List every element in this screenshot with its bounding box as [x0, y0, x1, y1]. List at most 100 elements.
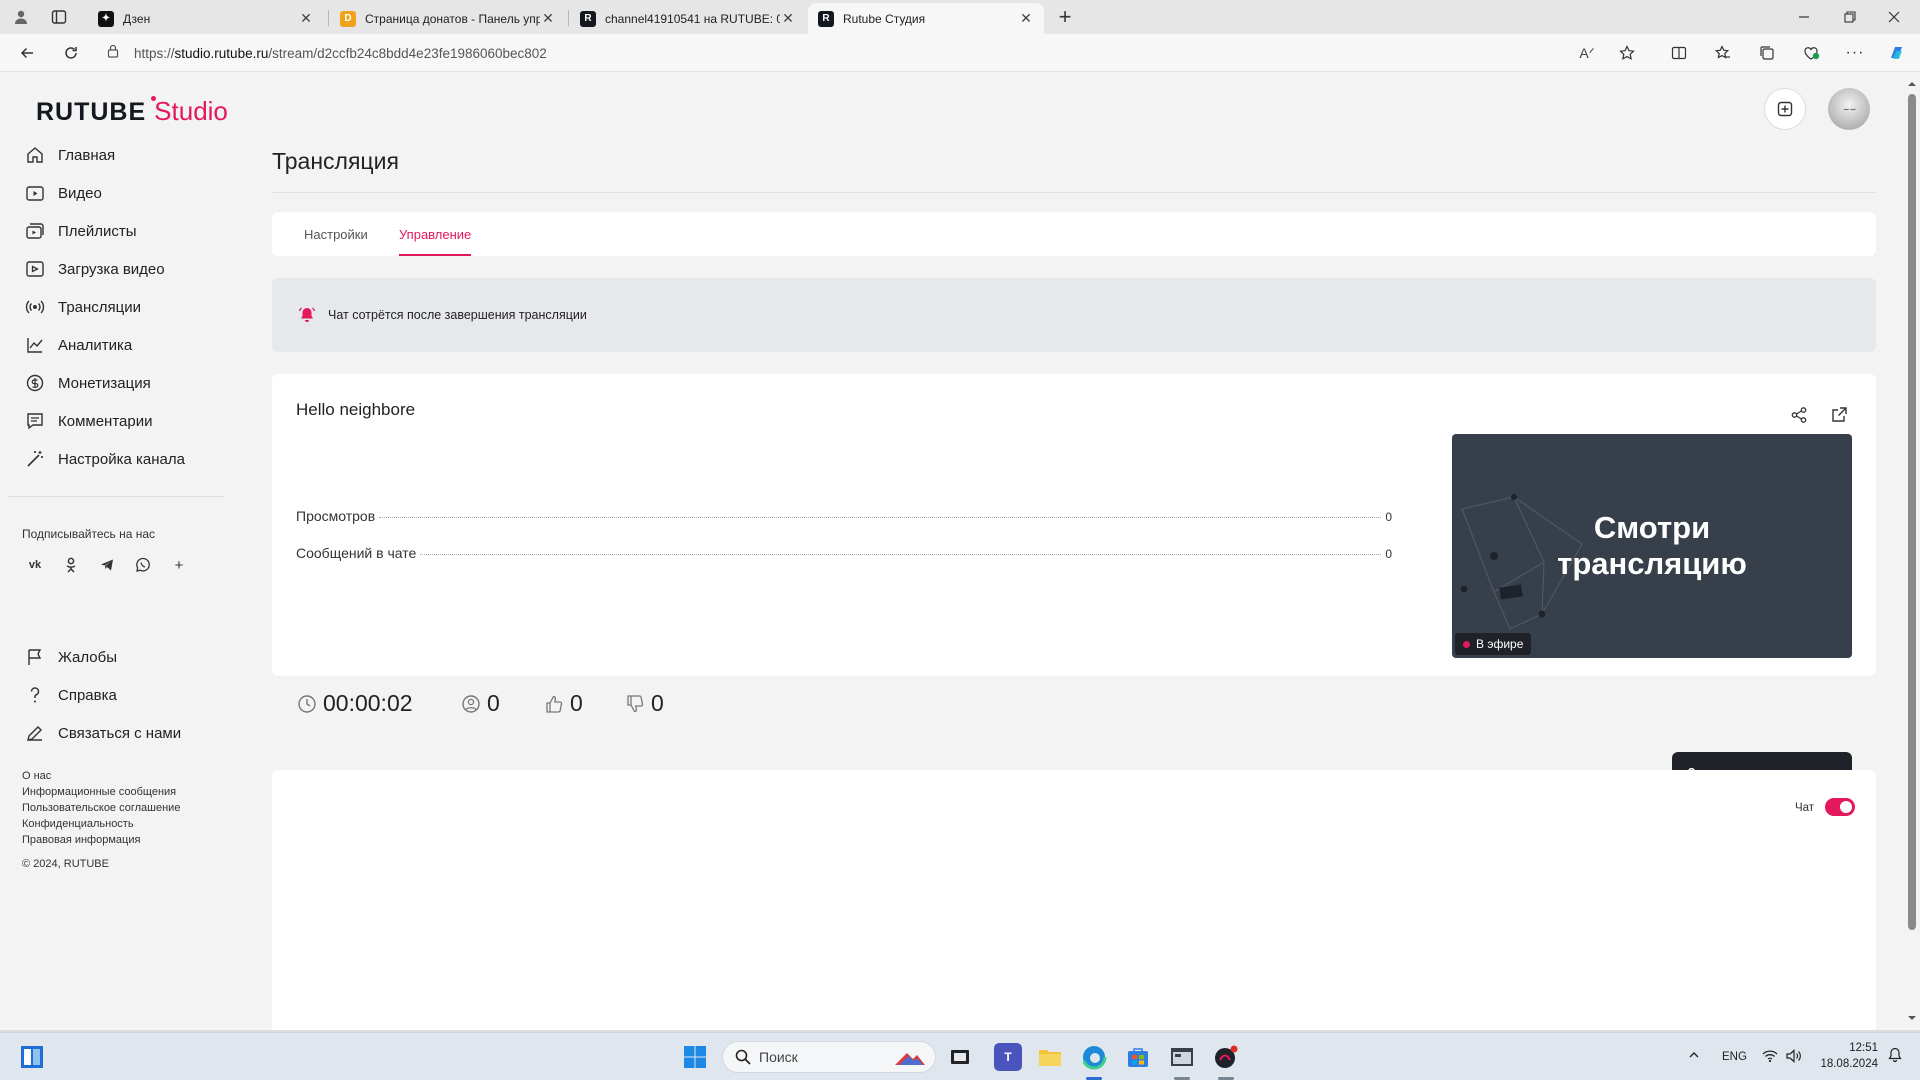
- sidebar-item-playlists[interactable]: Плейлисты: [24, 219, 137, 243]
- viber-icon[interactable]: [132, 554, 154, 576]
- likes-metric: 0: [543, 690, 583, 717]
- close-window-button[interactable]: [1872, 4, 1916, 30]
- browser-tab-channel[interactable]: R channel41910541 на RUTUBE: 0 ✕: [570, 3, 806, 34]
- game-app-icon[interactable]: [1212, 1043, 1240, 1071]
- close-tab-icon[interactable]: ✕: [298, 10, 314, 27]
- odnoklassniki-icon[interactable]: [60, 554, 82, 576]
- active-tab-indicator: [399, 254, 471, 256]
- restore-button[interactable]: [1828, 4, 1872, 30]
- new-tab-button[interactable]: +: [1052, 4, 1078, 29]
- title-divider: [272, 192, 1876, 193]
- footer-link-terms[interactable]: Пользовательское соглашение: [22, 800, 180, 816]
- back-arrow-icon[interactable]: [14, 41, 40, 65]
- sidebar-item-contact[interactable]: Связаться с нами: [24, 721, 181, 745]
- widgets-icon[interactable]: [18, 1043, 46, 1071]
- copilot-icon[interactable]: [1884, 41, 1910, 65]
- tab-management[interactable]: Управление: [399, 227, 471, 242]
- sidebar-item-label: Связаться с нами: [58, 724, 182, 742]
- sidebar-item-upload-video[interactable]: Загрузка видео: [24, 257, 165, 281]
- profile-icon[interactable]: [10, 6, 32, 28]
- sidebar-item-label: Жалобы: [58, 648, 117, 666]
- sidebar-item-label: Загрузка видео: [58, 260, 165, 278]
- browser-essentials-icon[interactable]: [1798, 41, 1824, 65]
- share-icon[interactable]: [1788, 404, 1810, 426]
- favorites-icon[interactable]: [1710, 41, 1736, 65]
- collections-icon[interactable]: [1754, 41, 1780, 65]
- taskbar-clock[interactable]: 12:51 18.08.2024: [1818, 1040, 1878, 1072]
- notifications-bell-icon[interactable]: [1888, 1047, 1902, 1066]
- footer-link-legal[interactable]: Правовая информация: [22, 832, 180, 848]
- open-external-icon[interactable]: [1828, 404, 1850, 426]
- sidebar-divider: [8, 496, 224, 497]
- file-explorer-icon[interactable]: [1036, 1043, 1064, 1071]
- sidebar-item-complaints[interactable]: Жалобы: [24, 645, 117, 669]
- sidebar-item-monetization[interactable]: Монетизация: [24, 371, 151, 395]
- avatar[interactable]: ∼∽: [1828, 88, 1870, 130]
- sidebar-item-label: Комментарии: [58, 412, 153, 430]
- refresh-icon[interactable]: [58, 41, 84, 65]
- browser-tab-donations[interactable]: D Страница донатов - Панель упр ✕: [330, 3, 566, 34]
- close-tab-icon[interactable]: ✕: [1018, 10, 1034, 27]
- page-title: Трансляция: [272, 148, 399, 174]
- video-icon: [24, 182, 46, 204]
- rutube-studio-logo[interactable]: RUTUBE Studio: [36, 96, 228, 127]
- stream-preview[interactable]: Смотри трансляцию В эфире: [1452, 434, 1852, 658]
- page-scrollbar[interactable]: [1904, 72, 1920, 1030]
- tab-settings[interactable]: Настройки: [304, 227, 368, 242]
- wifi-icon[interactable]: [1762, 1049, 1778, 1066]
- stat-views: Просмотров 0: [296, 508, 1392, 526]
- teams-icon[interactable]: T: [994, 1043, 1022, 1071]
- tray-overflow-chevron-icon[interactable]: [1688, 1049, 1700, 1064]
- lock-icon[interactable]: [106, 44, 120, 63]
- home-icon: [24, 144, 46, 166]
- sidebar-item-help[interactable]: Справка: [24, 683, 117, 707]
- edge-browser-icon[interactable]: [1080, 1043, 1108, 1071]
- live-dot-icon: [1463, 640, 1470, 648]
- browser-tab-dzen[interactable]: ✦ Дзен ✕: [88, 3, 324, 34]
- upload-button[interactable]: [1764, 88, 1806, 130]
- chat-toggle[interactable]: [1825, 798, 1855, 816]
- close-tab-icon[interactable]: ✕: [780, 10, 796, 27]
- sidebar-item-label: Трансляции: [58, 298, 142, 316]
- footer-link-about[interactable]: О нас: [22, 768, 180, 784]
- tab-actions-icon[interactable]: [48, 6, 70, 28]
- scrollbar-thumb[interactable]: [1908, 94, 1916, 930]
- windows-start-icon[interactable]: [681, 1043, 709, 1071]
- sidebar-item-video[interactable]: Видео: [24, 181, 102, 205]
- sidebar-item-broadcasts[interactable]: Трансляции: [24, 295, 141, 319]
- live-badge: В эфире: [1455, 633, 1532, 655]
- duration-metric: 00:00:02: [296, 690, 413, 717]
- split-screen-icon[interactable]: [1666, 41, 1692, 65]
- taskbar-search[interactable]: Поиск: [722, 1041, 936, 1073]
- dislikes-value: 0: [651, 690, 664, 716]
- footer-link-info[interactable]: Информационные сообщения: [22, 784, 180, 800]
- favorite-star-icon[interactable]: [1614, 41, 1640, 65]
- sidebar-item-channel-settings[interactable]: Настройка канала: [24, 447, 185, 471]
- close-tab-icon[interactable]: ✕: [540, 10, 556, 27]
- more-menu-icon[interactable]: ···: [1842, 41, 1868, 65]
- clock-icon: [296, 693, 318, 715]
- terminal-app-icon[interactable]: [1168, 1043, 1196, 1071]
- sidebar-item-home[interactable]: Главная: [24, 143, 115, 167]
- url-text[interactable]: https://studio.rutube.ru/stream/d2ccfb24…: [134, 46, 547, 61]
- copyright: © 2024, RUTUBE: [22, 858, 109, 870]
- sidebar-item-label: Видео: [58, 184, 102, 202]
- microsoft-store-icon[interactable]: [1124, 1043, 1152, 1071]
- minimize-button[interactable]: [1782, 4, 1826, 30]
- clock-date: 18.08.2024: [1820, 1058, 1878, 1070]
- footer-link-privacy[interactable]: Конфиденциальность: [22, 816, 180, 832]
- browser-tab-studio[interactable]: R Rutube Студия ✕: [808, 3, 1044, 34]
- pencil-icon: [24, 722, 46, 744]
- task-view-icon[interactable]: [946, 1043, 974, 1071]
- sidebar-item-comments[interactable]: Комментарии: [24, 409, 152, 433]
- volume-icon[interactable]: [1786, 1049, 1802, 1066]
- subscribe-caption: Подписывайтесь на нас: [22, 527, 156, 541]
- sidebar-item-analytics[interactable]: Аналитика: [24, 333, 132, 357]
- address-bar[interactable]: https://studio.rutube.ru/stream/d2ccfb24…: [106, 39, 1666, 67]
- read-aloud-icon[interactable]: Aᐟ: [1574, 41, 1600, 65]
- telegram-icon[interactable]: [96, 554, 118, 576]
- language-indicator[interactable]: ENG: [1722, 1051, 1747, 1063]
- help-icon: [24, 684, 46, 706]
- plus-icon[interactable]: +: [168, 554, 190, 576]
- vk-icon[interactable]: vk: [24, 554, 46, 576]
